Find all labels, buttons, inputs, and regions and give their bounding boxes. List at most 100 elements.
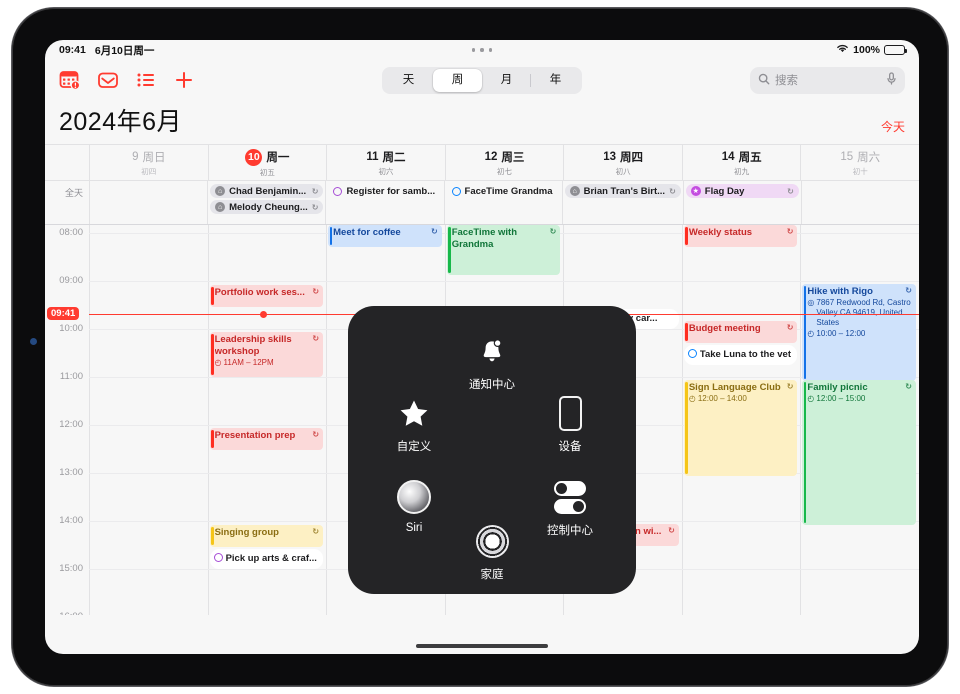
star-icon xyxy=(366,390,462,436)
tab-month[interactable]: 月 xyxy=(482,69,531,92)
day-weekday: 周日 xyxy=(142,152,166,164)
event-color-bar xyxy=(329,227,333,245)
calendar-view-segmented-control[interactable]: 天 周 月 年 xyxy=(382,66,582,94)
hour-label: 12:00 xyxy=(59,419,83,430)
all-day-column[interactable]: ⌂ Brian Tran's Birt... ↻ xyxy=(561,181,683,224)
all-day-event[interactable]: Register for samb... xyxy=(328,184,441,198)
all-day-column[interactable] xyxy=(800,181,919,224)
day-column[interactable] xyxy=(89,225,208,615)
multitasking-dots-icon[interactable] xyxy=(45,40,919,60)
event-title-row: Singing group ↻ xyxy=(215,527,320,539)
day-header-11[interactable]: 11 周二 初六 xyxy=(326,145,445,180)
event-title: Leadership skills workshop xyxy=(214,334,292,357)
all-day-event[interactable]: FaceTime Grandma xyxy=(447,184,560,198)
event-title-row: Portfolio work ses... ↻ xyxy=(215,287,320,299)
repeat-icon: ↻ xyxy=(669,186,676,196)
microphone-icon[interactable] xyxy=(886,72,897,88)
event-title-row: Family picnic ↻ xyxy=(807,382,912,394)
assistive-touch-menu[interactable]: 通知中心 自定义 设备 Siri 控制中心 家庭 xyxy=(348,306,636,594)
day-number-today: 10 xyxy=(245,148,263,166)
day-lunar-date: 初八 xyxy=(615,167,631,176)
event-title: Meet for coffee xyxy=(333,227,401,238)
event-title-row: Leadership skills workshop ↻ xyxy=(215,334,320,357)
today-button[interactable]: 今天 xyxy=(881,118,905,138)
day-weekday: 周五 xyxy=(738,152,762,164)
calendar-event[interactable]: Weekly status ↻ xyxy=(683,225,798,247)
current-time-badge: 09:41 xyxy=(47,306,80,320)
tab-day[interactable]: 天 xyxy=(384,69,433,92)
home-indicator[interactable] xyxy=(416,644,548,648)
calendar-event[interactable]: Budget meeting ↻ xyxy=(683,321,798,343)
blue-ring-icon xyxy=(687,349,697,359)
repeat-icon: ↻ xyxy=(312,287,320,296)
all-day-column[interactable]: FaceTime Grandma xyxy=(443,181,562,224)
event-title: Sign Language Club xyxy=(688,382,781,393)
assistive-item-home[interactable]: 家庭 xyxy=(444,518,540,582)
calendar-event[interactable]: Leadership skills workshop ↻ ◴ 11AM – 12PM xyxy=(209,332,324,377)
event-title-row: FaceTime with Grandma ↻ xyxy=(452,227,557,250)
calendar-event[interactable]: Meet for coffee ↻ xyxy=(328,225,442,247)
all-day-event[interactable]: ⌂ Chad Benjamin... ↻ xyxy=(210,184,324,198)
tab-year[interactable]: 年 xyxy=(531,69,580,92)
day-header-top: 15 周六 xyxy=(840,149,880,165)
calendar-event[interactable]: Presentation prep ↻ xyxy=(209,428,324,450)
repeat-icon: ↻ xyxy=(786,323,794,332)
event-color-bar xyxy=(211,287,214,305)
hour-label: 08:00 xyxy=(59,227,83,238)
repeat-icon: ↻ xyxy=(905,382,912,391)
all-day-column[interactable]: Register for samb... xyxy=(325,181,443,224)
all-day-event[interactable]: ⌂ Melody Cheung... ↻ xyxy=(210,200,324,214)
repeat-icon: ↻ xyxy=(786,227,794,236)
all-day-column[interactable] xyxy=(89,181,207,224)
calendar-event[interactable]: Take Luna to the vet xyxy=(683,345,798,365)
calendar-alert-icon[interactable] xyxy=(59,69,81,91)
event-title: FaceTime with Grandma xyxy=(451,227,517,250)
list-icon[interactable] xyxy=(135,69,157,91)
day-header-top: 11 周二 xyxy=(366,149,405,165)
clock-icon: ◴ xyxy=(807,394,815,404)
event-title: Pick up arts & craf... xyxy=(225,553,317,565)
assistive-item-notification-center[interactable]: 通知中心 xyxy=(444,328,540,392)
calendar-event[interactable]: Portfolio work ses... ↻ xyxy=(209,285,324,307)
event-color-bar xyxy=(448,227,451,273)
event-title: Presentation prep xyxy=(214,430,296,441)
event-title-row: Meet for coffee ↻ xyxy=(333,227,438,239)
all-day-column[interactable]: ⌂ Chad Benjamin... ↻ ⌂ Melody Cheung... ↻ xyxy=(207,181,325,224)
assistive-item-custom[interactable]: 自定义 xyxy=(366,390,462,454)
event-title: Hike with Rigo xyxy=(807,286,873,297)
all-day-event[interactable]: ★ Flag Day ↻ xyxy=(685,184,799,198)
calendar-event[interactable]: Hike with Rigo ↻ ◎ 7867 Redwood Rd, Castro … xyxy=(802,284,916,381)
hour-label: 11:00 xyxy=(59,371,83,382)
all-day-event[interactable]: ⌂ Brian Tran's Birt... ↻ xyxy=(564,184,681,198)
hour-label: 14:00 xyxy=(59,515,83,526)
event-title-row: Sign Language Club ↻ xyxy=(689,382,794,394)
search-input[interactable]: 搜索 xyxy=(750,66,905,94)
calendar-event[interactable]: Family picnic ↻ ◴ 12:00 – 15:00 xyxy=(802,380,916,525)
assistive-item-device[interactable]: 设备 xyxy=(522,390,618,454)
purple-ring-icon xyxy=(213,553,223,563)
calendar-event[interactable]: Singing group ↻ xyxy=(209,525,324,547)
tab-week[interactable]: 周 xyxy=(433,68,482,92)
all-day-event-title: Register for samb... xyxy=(346,185,436,197)
calendar-event[interactable]: Sign Language Club ↻ ◴ 12:00 – 14:00 xyxy=(683,380,798,476)
hour-label: 09:00 xyxy=(59,275,83,286)
event-color-bar xyxy=(685,382,688,474)
day-header-top: 9 周日 xyxy=(132,149,165,165)
assistive-touch-dot[interactable] xyxy=(30,338,37,345)
inbox-icon[interactable] xyxy=(97,69,119,91)
day-header-15[interactable]: 15 周六 初十 xyxy=(800,145,919,180)
event-title: Budget meeting xyxy=(688,323,761,334)
all-day-column[interactable]: ★ Flag Day ↻ xyxy=(682,181,801,224)
repeat-icon: ↻ xyxy=(905,286,912,295)
day-header-13[interactable]: 13 周四 初八 xyxy=(563,145,682,180)
calendar-event[interactable]: Pick up arts & craf... xyxy=(209,549,324,569)
all-day-event-title: Flag Day xyxy=(704,185,745,197)
day-header-9[interactable]: 9 周日 初四 xyxy=(89,145,208,180)
day-header-10[interactable]: 10 周一 初五 xyxy=(207,145,327,180)
add-icon[interactable] xyxy=(173,69,195,91)
star-badge-icon: ★ xyxy=(690,186,701,196)
day-header-14[interactable]: 14 周五 初九 xyxy=(681,145,801,180)
calendar-event[interactable]: FaceTime with Grandma ↻ xyxy=(446,225,561,275)
day-header-12[interactable]: 12 周三 初七 xyxy=(444,145,564,180)
event-title-row: Weekly status ↻ xyxy=(689,227,794,239)
